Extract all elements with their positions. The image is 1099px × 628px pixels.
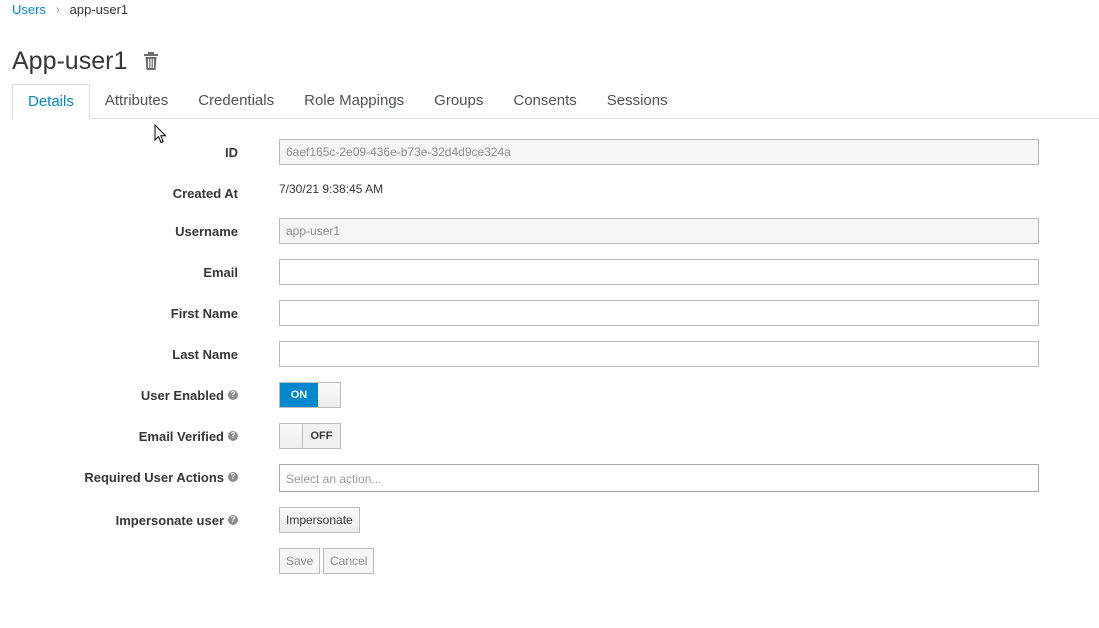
email-label-text: Email (203, 264, 238, 280)
id-label-text: ID (225, 144, 238, 160)
username-field[interactable]: app-user1 (279, 218, 1039, 244)
toggle-on-label: ON (280, 383, 318, 407)
created-at-label-text: Created At (172, 185, 238, 201)
first-name-field[interactable] (279, 300, 1039, 326)
email-verified-toggle[interactable]: OFF (279, 423, 341, 449)
impersonate-button[interactable]: Impersonate (279, 507, 360, 533)
first-name-label: First Name (0, 305, 238, 321)
help-icon[interactable]: ? (228, 515, 238, 525)
created-at-label: Created At (0, 185, 238, 201)
page-header: App-user1 (12, 46, 159, 76)
email-verified-label-text: Email Verified (138, 428, 224, 444)
required-actions-label: Required User Actions ? (0, 469, 238, 485)
trash-icon[interactable] (143, 51, 159, 71)
email-label: Email (0, 264, 238, 280)
tab-consents[interactable]: Consents (498, 84, 591, 119)
user-enabled-toggle[interactable]: ON (279, 382, 341, 408)
last-name-field[interactable] (279, 341, 1039, 367)
id-label: ID (0, 144, 238, 160)
toggle-knob (318, 383, 340, 407)
impersonate-label: Impersonate user ? (0, 512, 238, 528)
tab-attributes[interactable]: Attributes (90, 84, 183, 119)
username-label-text: Username (175, 223, 238, 239)
impersonate-label-text: Impersonate user (115, 512, 224, 528)
breadcrumb-current: app-user1 (69, 2, 129, 17)
tab-groups[interactable]: Groups (419, 84, 498, 119)
chevron-right-icon: › (55, 4, 60, 16)
username-label: Username (0, 223, 238, 239)
required-actions-label-text: Required User Actions (84, 469, 224, 485)
last-name-label-text: Last Name (172, 346, 238, 362)
cancel-button[interactable]: Cancel (323, 548, 375, 574)
help-icon[interactable]: ? (228, 390, 238, 400)
first-name-label-text: First Name (170, 305, 238, 321)
created-at-value: 7/30/21 9:38:45 AM (279, 182, 384, 196)
email-verified-label: Email Verified ? (0, 428, 238, 444)
email-field[interactable] (279, 259, 1039, 285)
user-enabled-label-text: User Enabled (140, 387, 224, 403)
required-actions-select[interactable]: Select an action... (279, 464, 1039, 492)
tab-sessions[interactable]: Sessions (592, 84, 683, 119)
tab-bar: Details Attributes Credentials Role Mapp… (12, 84, 1099, 120)
help-icon[interactable]: ? (228, 472, 238, 482)
page-title: App-user1 (12, 47, 128, 75)
tab-credentials[interactable]: Credentials (183, 84, 289, 119)
tab-details[interactable]: Details (12, 84, 90, 120)
save-button[interactable]: Save (279, 548, 321, 574)
id-field[interactable]: 6aef165c-2e09-436e-b73e-32d4d9ce324a (279, 139, 1039, 165)
breadcrumb: Users › app-user1 (12, 2, 128, 18)
last-name-label: Last Name (0, 346, 238, 362)
help-icon[interactable]: ? (228, 431, 238, 441)
mouse-cursor-icon (154, 123, 168, 144)
toggle-knob (280, 424, 302, 448)
toggle-off-label: OFF (302, 424, 340, 448)
breadcrumb-users-link[interactable]: Users (12, 2, 46, 18)
tab-role-mappings[interactable]: Role Mappings (289, 84, 419, 119)
user-details-page: Users › app-user1 App-user1 Details Attr… (0, 0, 1099, 628)
user-enabled-label: User Enabled ? (0, 387, 238, 403)
